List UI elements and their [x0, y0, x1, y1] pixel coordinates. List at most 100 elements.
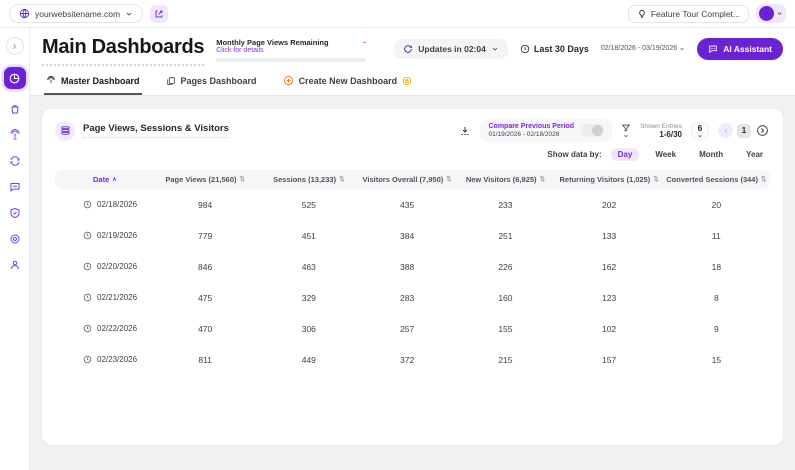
cell-returning-visitors: 102	[555, 324, 662, 334]
sort-icon: ⇅	[761, 177, 766, 183]
next-page-button[interactable]	[755, 123, 770, 138]
table-row[interactable]: 02/23/2026 811 449 372 215 157 15	[55, 344, 770, 375]
updates-dropdown[interactable]: Updates in 02:04	[394, 39, 508, 59]
cell-converted-sessions: 15	[663, 355, 770, 365]
table-row[interactable]: 02/22/2026 470 306 257 155 102 9	[55, 313, 770, 344]
page-size-stepper[interactable]: 6	[691, 122, 709, 140]
column-page-views[interactable]: Page Views (21,560) ⇅	[152, 175, 259, 184]
cell-visitors-overall: 384	[359, 231, 456, 241]
card-title: Page Views, Sessions & Visitors	[83, 123, 229, 138]
current-page[interactable]: 1	[737, 124, 751, 138]
sidebar-item-profile[interactable]	[6, 256, 23, 273]
sidebar-item-dashboards[interactable]	[4, 67, 26, 89]
show-by-day[interactable]: Day	[611, 148, 640, 161]
tab-label: Master Dashboard	[61, 76, 140, 86]
shown-entries: Shown Entries 1-6/30	[640, 123, 682, 139]
sidebar-item-sync[interactable]	[6, 152, 23, 169]
compare-toggle[interactable]	[581, 124, 604, 137]
cell-converted-sessions: 9	[663, 324, 770, 334]
sidebar-item-gestures[interactable]	[6, 126, 23, 143]
show-by-month[interactable]: Month	[692, 148, 730, 161]
cell-sessions: 306	[259, 324, 359, 334]
cell-returning-visitors: 123	[555, 293, 662, 303]
row-date: 02/22/2026	[97, 324, 137, 333]
cell-returning-visitors: 133	[555, 231, 662, 241]
compare-dates: 01/19/2026 - 02/18/2026	[488, 131, 574, 138]
open-site-button[interactable]	[150, 5, 168, 23]
table-row[interactable]: 02/18/2026 984 525 435 233 202 20	[55, 189, 770, 220]
quota-title: Monthly Page Views Remaining	[216, 38, 328, 47]
sort-asc-icon: ∧	[112, 177, 116, 183]
cell-new-visitors: 233	[455, 200, 555, 210]
table-row[interactable]: 02/21/2026 475 329 283 160 123 8	[55, 282, 770, 313]
cell-new-visitors: 215	[455, 355, 555, 365]
column-converted-sessions[interactable]: Converted Sessions (344) ⇅	[663, 175, 770, 184]
lightbulb-icon	[637, 9, 647, 19]
account-menu[interactable]	[756, 4, 786, 23]
clock-icon	[83, 231, 92, 240]
filter-button[interactable]	[621, 123, 631, 139]
sidebar	[0, 28, 30, 470]
clock-icon	[520, 44, 530, 54]
collapse-sidebar-button[interactable]	[6, 37, 24, 55]
cell-converted-sessions: 18	[663, 262, 770, 272]
export-button[interactable]	[459, 125, 471, 137]
show-by-year[interactable]: Year	[739, 148, 770, 161]
cell-new-visitors: 226	[455, 262, 555, 272]
column-new-visitors[interactable]: New Visitors (6,925) ⇅	[455, 175, 555, 184]
sort-icon: ⇅	[540, 177, 545, 183]
prev-page-button[interactable]	[718, 123, 733, 138]
date-range-preset: Last 30 Days	[520, 44, 589, 54]
chevron-down-icon	[125, 10, 133, 18]
compare-label: Compare Previous Period	[488, 123, 574, 130]
sidebar-item-goals[interactable]	[6, 230, 23, 247]
topbar: yourwebsitename.com Feature Tour Complet…	[0, 0, 795, 28]
arrow-left-icon	[722, 127, 730, 135]
date-range-picker[interactable]: 02/18/2026 - 03/19/2026	[601, 45, 685, 52]
updates-label: Updates in 02:04	[418, 44, 486, 54]
tab-master-dashboard[interactable]: Master Dashboard	[44, 71, 142, 95]
cell-returning-visitors: 157	[555, 355, 662, 365]
site-name: yourwebsitename.com	[35, 9, 120, 19]
quota-widget: Monthly Page Views Remaining - Click for…	[216, 38, 366, 62]
column-returning-visitors[interactable]: Returning Visitors (1,025) ⇅	[555, 175, 662, 184]
clock-icon	[83, 262, 92, 271]
cell-sessions: 451	[259, 231, 359, 241]
globe-icon	[19, 8, 30, 19]
row-date: 02/18/2026	[97, 200, 137, 209]
sidebar-item-security[interactable]	[6, 204, 23, 221]
table-header: Date ∧ Page Views (21,560) ⇅ Sessions (1…	[55, 170, 770, 189]
sort-icon: ⇅	[339, 177, 344, 183]
show-by-week[interactable]: Week	[648, 148, 683, 161]
cell-converted-sessions: 20	[663, 200, 770, 210]
quota-details-link[interactable]: Click for details	[216, 47, 366, 54]
site-selector[interactable]: yourwebsitename.com	[9, 4, 143, 23]
pageviews-card: Page Views, Sessions & Visitors Compare …	[42, 109, 783, 445]
cell-converted-sessions: 11	[663, 231, 770, 241]
sidebar-item-store[interactable]	[6, 100, 23, 117]
tab-pages-dashboard[interactable]: Pages Dashboard	[164, 71, 259, 95]
table-row[interactable]: 02/20/2026 846 463 388 226 162 18	[55, 251, 770, 282]
column-visitors-overall[interactable]: Visitors Overall (7,950) ⇅	[359, 175, 456, 184]
ai-assistant-button[interactable]: AI Assistant	[697, 38, 783, 60]
refresh-icon	[403, 44, 413, 54]
card-header: Page Views, Sessions & Visitors Compare …	[55, 119, 770, 142]
shield-check-icon	[9, 207, 21, 219]
cell-sessions: 463	[259, 262, 359, 272]
column-date[interactable]: Date ∧	[55, 175, 152, 184]
cell-page-views: 811	[152, 355, 259, 365]
pagination: 1	[718, 123, 770, 138]
row-date: 02/20/2026	[97, 262, 137, 271]
cell-returning-visitors: 162	[555, 262, 662, 272]
column-sessions[interactable]: Sessions (13,233) ⇅	[259, 175, 359, 184]
feature-tour-button[interactable]: Feature Tour Complet...	[628, 5, 749, 23]
table-row[interactable]: 02/19/2026 779 451 384 251 133 11	[55, 220, 770, 251]
sort-icon: ⇅	[239, 177, 244, 183]
cell-sessions: 525	[259, 200, 359, 210]
arrow-right-icon	[10, 42, 19, 51]
tab-create-new-dashboard[interactable]: Create New Dashboard	[281, 71, 415, 95]
ai-chat-icon	[708, 44, 718, 54]
sidebar-item-chat[interactable]	[6, 178, 23, 195]
gesture-hand-icon	[46, 76, 56, 86]
chevron-down-icon	[623, 133, 629, 139]
